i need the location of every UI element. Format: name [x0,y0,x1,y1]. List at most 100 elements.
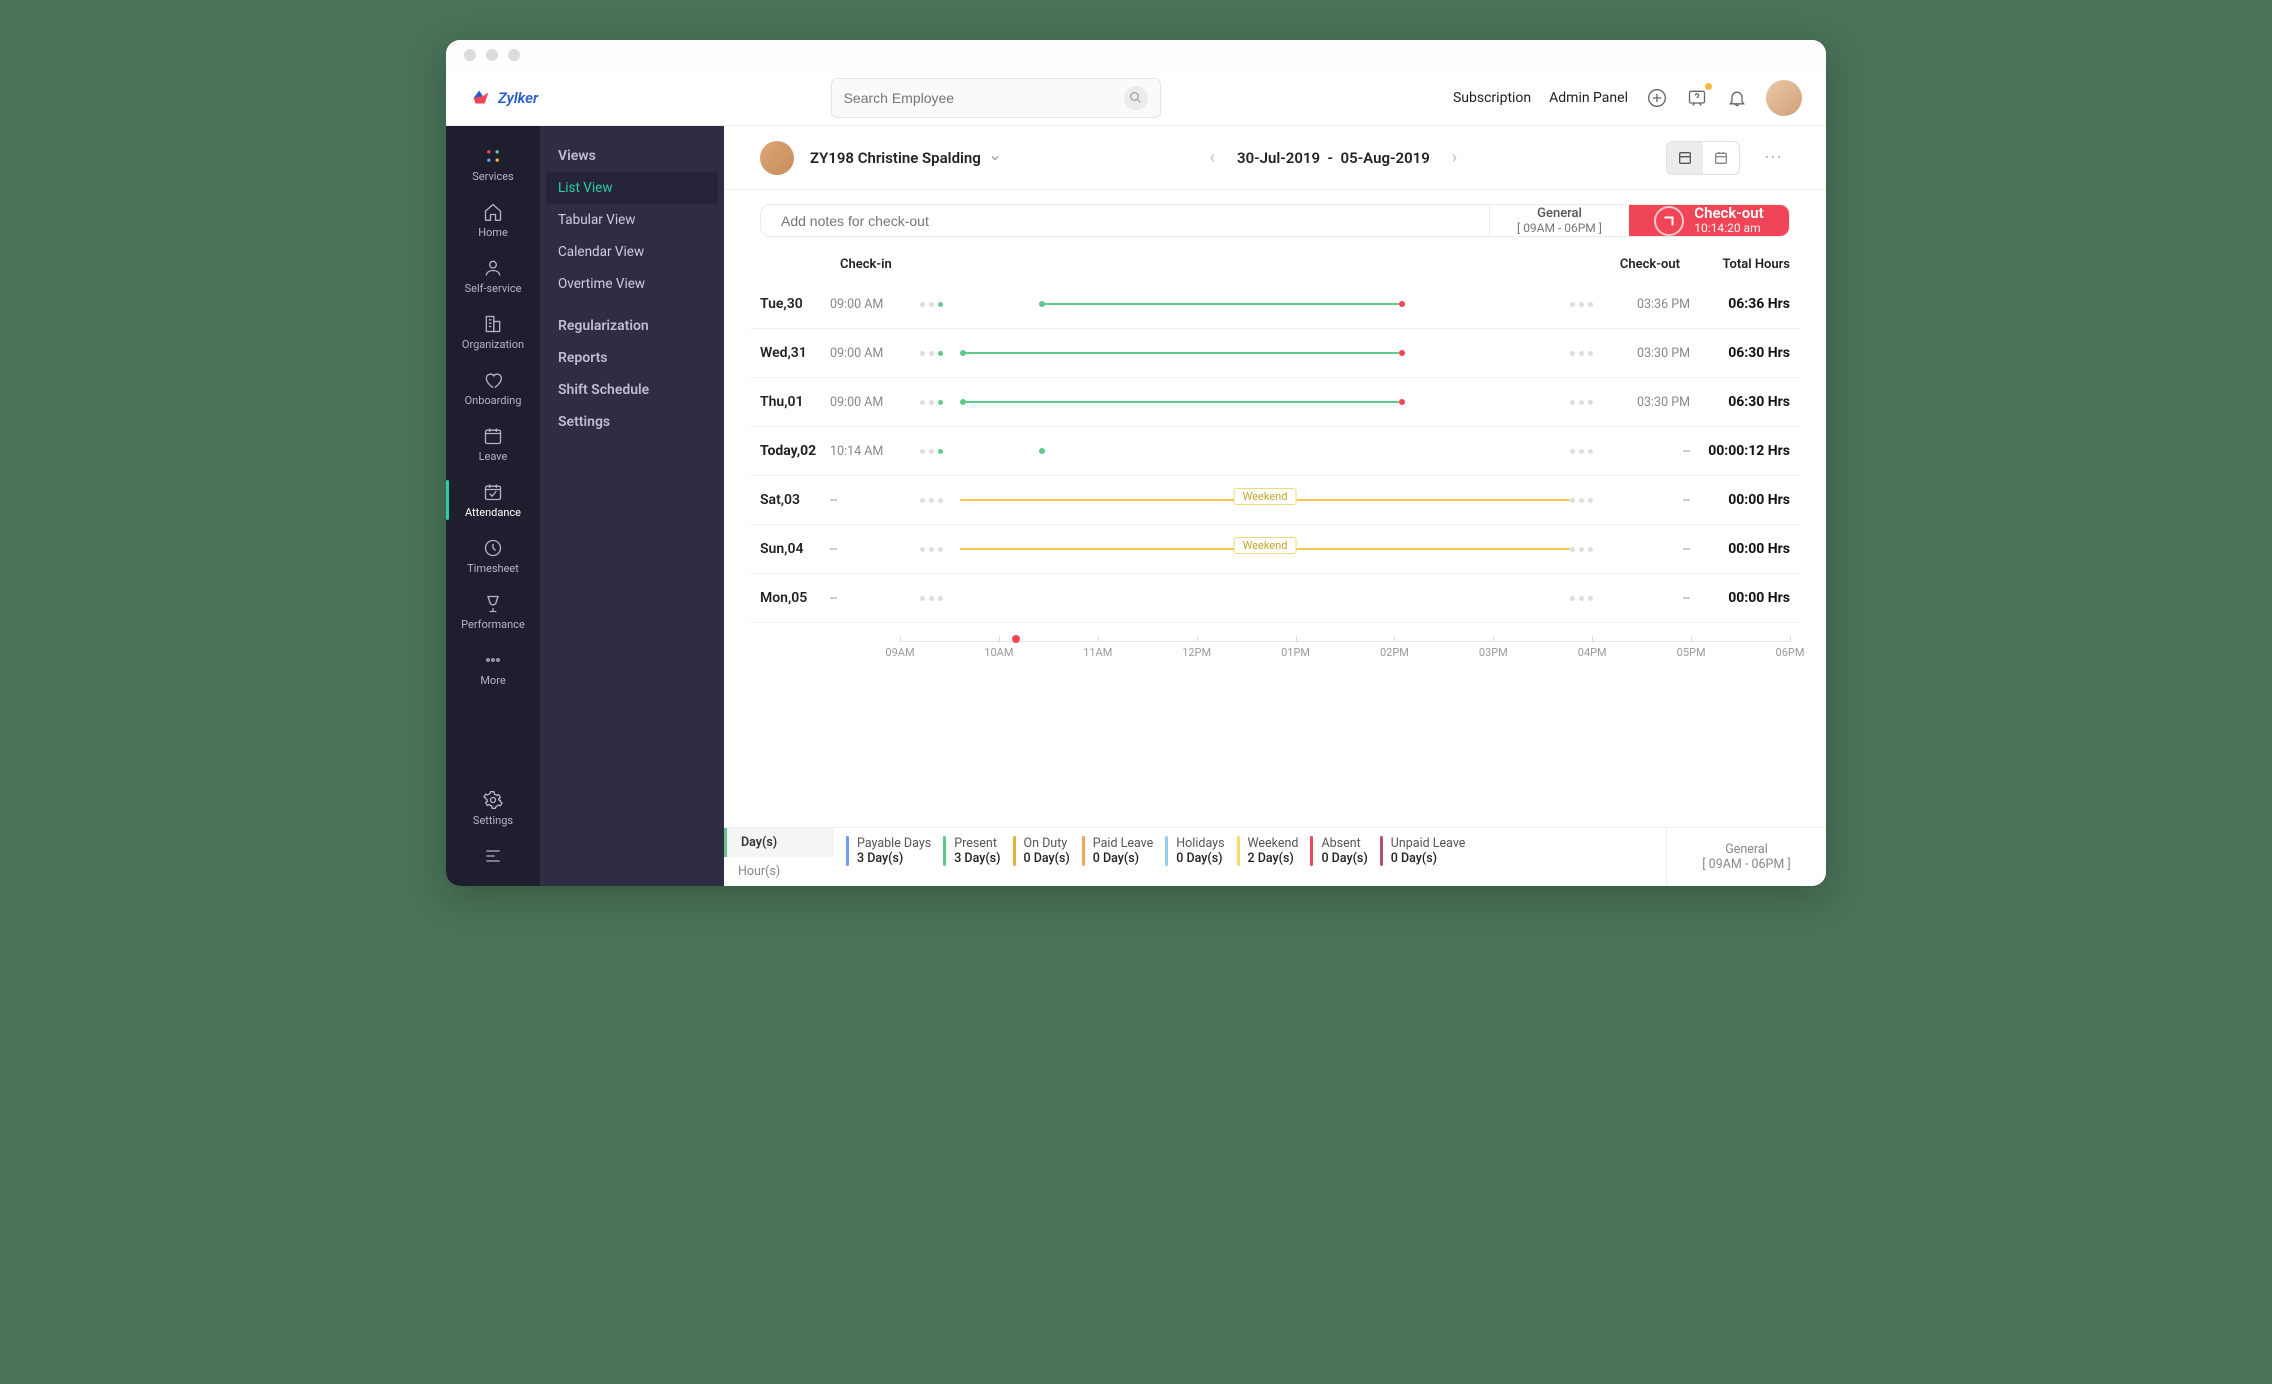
row-hours: 06:30 Hrs [1690,394,1790,410]
rail-home[interactable]: Home [446,192,540,248]
row-hours: 00:00 Hrs [1690,541,1790,557]
nav-rail: Services Home Self-service Organization … [446,126,540,886]
footer-shift-info: General [ 09AM - 06PM ] [1666,828,1826,886]
subnav-overtime-view[interactable]: Overtime View [540,268,724,300]
table-row[interactable]: Thu,01 09:00 AM 03:30 PM 06:30 Hrs [750,378,1800,427]
rail-performance[interactable]: Performance [446,584,540,640]
table-row[interactable]: Sun,04 -- Weekend -- 00:00 Hrs [750,525,1800,574]
search-input-wrapper[interactable] [831,78,1161,118]
table-header: Check-in Check-out Total Hours [724,247,1826,280]
employee-selector[interactable]: ZY198 Christine Spalding [810,149,1001,167]
legend-item: Payable Days3 Day(s) [846,836,931,878]
more-actions[interactable]: ⋯ [1756,147,1790,168]
row-checkout: -- [1610,591,1690,606]
rail-organization[interactable]: Organization [446,304,540,360]
row-dots-left [920,400,960,405]
row-day: Wed,31 [760,345,830,361]
date-next[interactable]: › [1444,143,1465,172]
axis-label: 03PM [1479,646,1508,659]
chevron-down-icon [989,152,1001,164]
table-row[interactable]: Sat,03 -- Weekend -- 00:00 Hrs [750,476,1800,525]
rail-collapse[interactable] [446,836,540,876]
axis-label: 10AM [984,646,1013,659]
rail-services[interactable]: Services [446,136,540,192]
window-titlebar [446,40,1826,70]
view-list-icon[interactable] [1667,142,1703,174]
row-checkin: -- [830,591,920,606]
axis-now-marker [1012,635,1020,643]
subnav-regularization[interactable]: Regularization [540,310,724,342]
row-dots-right [1570,449,1610,454]
search-icon[interactable] [1124,86,1148,110]
view-calendar-icon[interactable] [1703,142,1739,174]
brand-logo[interactable]: Zylker [470,87,538,109]
rail-settings[interactable]: Settings [446,780,540,836]
row-day: Sat,03 [760,492,830,508]
row-checkin: 09:00 AM [830,395,920,410]
subnav-settings[interactable]: Settings [540,406,724,438]
user-avatar[interactable] [1766,80,1802,116]
subnav-calendar-view[interactable]: Calendar View [540,236,724,268]
checkout-notes-input[interactable] [781,213,1469,229]
footer-tab-days[interactable]: Day(s) [724,828,834,857]
subnav-list-view[interactable]: List View [546,172,718,204]
employee-avatar[interactable] [760,141,794,175]
row-checkout: 03:36 PM [1610,297,1690,312]
checkout-button[interactable]: Check-out 10:14:20 am [1629,205,1789,236]
checkout-notes[interactable] [761,205,1489,236]
time-axis: 09AM10AM11AM12PM01PM02PM03PM04PM05PM06PM [900,641,1790,671]
table-row[interactable]: Mon,05 -- -- 00:00 Hrs [750,574,1800,623]
rail-leave[interactable]: Leave [446,416,540,472]
row-dots-right [1570,302,1610,307]
subnav-tabular-view[interactable]: Tabular View [540,204,724,236]
date-prev[interactable]: ‹ [1202,143,1223,172]
row-dots-right [1570,547,1610,552]
stopwatch-icon [1654,206,1684,236]
legend-item: Absent0 Day(s) [1310,836,1367,878]
row-dots-left [920,351,960,356]
shift-info: General [ 09AM - 06PM ] [1489,205,1629,236]
row-day: Thu,01 [760,394,830,410]
row-day: Tue,30 [760,296,830,312]
logo-icon [470,87,492,109]
table-row[interactable]: Wed,31 09:00 AM 03:30 PM 06:30 Hrs [750,329,1800,378]
brand-name: Zylker [498,89,538,107]
row-dots-left [920,596,960,601]
traffic-zoom[interactable] [508,49,520,61]
attendance-rows: Tue,30 09:00 AM 03:36 PM 06:36 Hrs Wed,3… [724,280,1826,623]
notifications-icon[interactable] [1726,87,1748,109]
help-icon[interactable] [1686,87,1708,109]
rail-onboarding[interactable]: Onboarding [446,360,540,416]
subscription-link[interactable]: Subscription [1453,90,1531,106]
axis-label: 12PM [1182,646,1211,659]
row-dots-left [920,547,960,552]
legend-item: Unpaid Leave0 Day(s) [1380,836,1466,878]
admin-panel-link[interactable]: Admin Panel [1549,90,1628,106]
row-checkin: -- [830,542,920,557]
row-checkin: 09:00 AM [830,297,920,312]
legend-item: Weekend2 Day(s) [1237,836,1299,878]
axis-label: 11AM [1083,646,1112,659]
row-checkin: 10:14 AM [830,444,920,459]
row-checkout: -- [1610,444,1690,459]
subnav-reports[interactable]: Reports [540,342,724,374]
traffic-close[interactable] [464,49,476,61]
add-icon[interactable] [1646,87,1668,109]
subnav-shift-schedule[interactable]: Shift Schedule [540,374,724,406]
rail-attendance[interactable]: Attendance [446,472,540,528]
legend-item: Present3 Day(s) [943,836,1000,878]
date-range[interactable]: 30-Jul-2019 - 05-Aug-2019 [1237,149,1430,167]
rail-self-service[interactable]: Self-service [446,248,540,304]
footer-tab-hours[interactable]: Hour(s) [724,857,834,886]
rail-timesheet[interactable]: Timesheet [446,528,540,584]
row-hours: 00:00 Hrs [1690,590,1790,606]
traffic-minimize[interactable] [486,49,498,61]
subnav: Views List View Tabular View Calendar Vi… [540,126,724,886]
search-input[interactable] [844,90,1116,106]
table-row[interactable]: Tue,30 09:00 AM 03:36 PM 06:36 Hrs [750,280,1800,329]
rail-more[interactable]: More [446,640,540,696]
legend-item: On Duty0 Day(s) [1013,836,1070,878]
col-checkout: Check-out [1580,257,1680,272]
table-row[interactable]: Today,02 10:14 AM -- 00:00:12 Hrs [750,427,1800,476]
row-checkout: -- [1610,542,1690,557]
